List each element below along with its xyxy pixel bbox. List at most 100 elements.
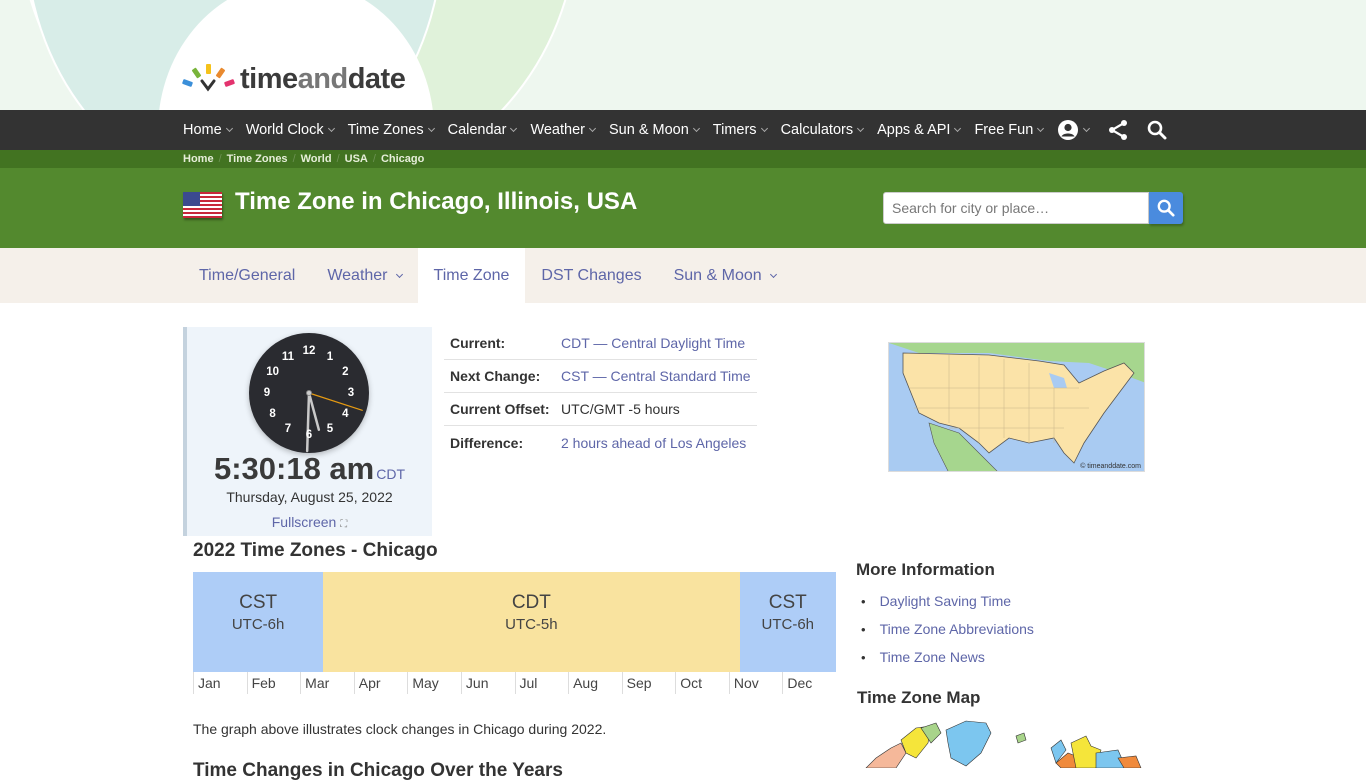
nav-calculators[interactable]: Calculators (781, 122, 865, 138)
chevron-down-icon (1037, 124, 1045, 133)
chevron-down-icon (692, 124, 700, 133)
info-row-offset: Current Offset: UTC/GMT -5 hours (444, 393, 757, 426)
hour-hand (307, 391, 321, 431)
nav-timers[interactable]: Timers (713, 122, 768, 138)
month-tick-label: Feb (246, 672, 301, 694)
nav-world-clock[interactable]: World Clock (246, 122, 335, 138)
current-offset: UTC/GMT -5 hours (561, 401, 680, 417)
us-flag-icon (183, 192, 222, 218)
timeline-segment-cdt: CDT UTC-5h (323, 572, 740, 672)
next-change-link[interactable]: CST — Central Standard Time (561, 368, 751, 384)
chevron-down-icon (510, 124, 518, 133)
chevron-down-icon (1083, 124, 1091, 133)
clock-numeral: 12 (302, 345, 316, 357)
tz-news-link[interactable]: Time Zone News (880, 649, 985, 665)
us-map-image (889, 343, 1144, 471)
segment-offset: UTC-6h (761, 616, 815, 633)
nav-search-button[interactable] (1147, 120, 1167, 140)
nav-calendar[interactable]: Calendar (448, 122, 518, 138)
fullscreen-icon: ⛶ (340, 519, 348, 530)
nav-home[interactable]: Home (183, 122, 233, 138)
breadcrumb-usa[interactable]: USA (345, 153, 368, 165)
nav-weather[interactable]: Weather (530, 122, 597, 138)
digital-time: 5:30:18 am CDT (187, 451, 432, 487)
current-time: 5:30:18 am (213, 451, 375, 486)
chevron-down-icon (588, 124, 597, 133)
timeline-caption: The graph above illustrates clock change… (193, 721, 607, 737)
site-logo[interactable]: timeanddate (181, 64, 406, 94)
tab-sun-moon[interactable]: Sun & Moon (658, 248, 792, 303)
section-heading: Time Changes in Chicago Over the Years (193, 760, 563, 781)
search-form (883, 192, 1183, 224)
nav-sun-moon[interactable]: Sun & Moon (609, 122, 700, 138)
clock-numeral: 10 (266, 366, 280, 378)
dst-link[interactable]: Daylight Saving Time (880, 593, 1012, 609)
chevron-down-icon (769, 270, 777, 278)
month-tick-label: Jan (193, 672, 247, 694)
tz-abbreviations-link[interactable]: Time Zone Abbreviations (880, 621, 1034, 637)
difference-link[interactable]: 2 hours ahead of Los Angeles (561, 435, 746, 451)
info-row-difference: Difference: 2 hours ahead of Los Angeles (450, 434, 747, 451)
search-button[interactable] (1149, 192, 1183, 224)
time-zone-abbr: CDT (376, 466, 406, 482)
breadcrumb-chicago[interactable]: Chicago (381, 153, 424, 165)
top-banner: timeanddate (0, 0, 1366, 110)
map-credit: © timeanddate.com (1080, 463, 1141, 470)
current-date: Thursday, August 25, 2022 (226, 489, 393, 505)
nav-time-zones[interactable]: Time Zones (348, 122, 435, 138)
time-zone-info-table: Current: CDT — Central Daylight Time Next… (444, 327, 757, 459)
month-tick-label: Sep (621, 672, 676, 694)
search-input[interactable] (883, 192, 1149, 224)
clock-numeral: 1 (326, 350, 334, 363)
month-tick-label: May (407, 672, 461, 694)
clock-numeral: 7 (284, 423, 292, 436)
timeline-heading: 2022 Time Zones - Chicago (193, 540, 438, 561)
segment-offset: UTC-5h (505, 616, 558, 633)
clock-numeral: 9 (263, 387, 271, 399)
us-map[interactable]: © timeanddate.com (888, 342, 1145, 472)
clock-numeral: 3 (347, 387, 355, 399)
info-row-next-change: Next Change: CST — Central Standard Time (444, 360, 757, 393)
month-tick-label: Jun (460, 672, 515, 694)
nav-free-fun[interactable]: Free Fun (974, 122, 1045, 138)
breadcrumb-home[interactable]: Home (183, 153, 214, 165)
search-icon (1157, 199, 1175, 217)
chevron-down-icon (760, 124, 768, 133)
segment-name: CST (239, 592, 278, 613)
info-row-current: Current: CDT — Central Daylight Time (444, 327, 757, 360)
chevron-down-icon (427, 124, 435, 133)
nav-apps-api[interactable]: Apps & API (877, 122, 962, 138)
account-menu[interactable] (1057, 119, 1091, 141)
clock-numeral: 4 (342, 408, 349, 420)
tab-dst-changes[interactable]: DST Changes (525, 248, 657, 303)
chevron-down-icon (395, 270, 403, 278)
tab-weather[interactable]: Weather (311, 248, 417, 303)
month-tick-label: Dec (782, 672, 836, 694)
clock-panel: 12 1 2 3 4 5 6 7 8 9 10 11 5:30:18 am CDT Thursday, … (183, 327, 432, 536)
list-item: Time Zone News (856, 643, 1034, 671)
tab-time-general[interactable]: Time/General (183, 248, 311, 303)
breadcrumb-world[interactable]: World (301, 153, 332, 165)
segment-name: CDT (511, 592, 551, 613)
clock-numeral: 5 (326, 423, 334, 436)
world-time-zone-map[interactable] (856, 718, 1156, 768)
second-hand (308, 392, 363, 411)
current-zone-link[interactable]: CDT — Central Daylight Time (561, 335, 745, 351)
tz-map-heading: Time Zone Map (857, 688, 981, 707)
month-tick-label: Nov (728, 672, 783, 694)
breadcrumb: Home / Time Zones / World / USA / Chicago (0, 150, 1366, 168)
month-tick-label: Jul (514, 672, 569, 694)
share-button[interactable] (1107, 119, 1129, 141)
month-tick-label: Aug (568, 672, 622, 694)
list-item: Time Zone Abbreviations (856, 615, 1034, 643)
fullscreen-link[interactable]: Fullscreen ⛶ (187, 514, 432, 530)
timeline-segment-cst: CST UTC-6h (193, 572, 324, 672)
month-tick-label: Oct (675, 672, 729, 694)
tab-time-zone[interactable]: Time Zone (417, 248, 526, 303)
clock-numeral: 11 (281, 350, 295, 363)
page-title: Time Zone in Chicago, Illinois, USA (235, 188, 638, 215)
breadcrumb-time-zones[interactable]: Time Zones (227, 153, 288, 165)
clock-numeral: 8 (269, 408, 276, 420)
clock-numeral: 6 (305, 429, 313, 441)
account-icon (1058, 120, 1079, 140)
